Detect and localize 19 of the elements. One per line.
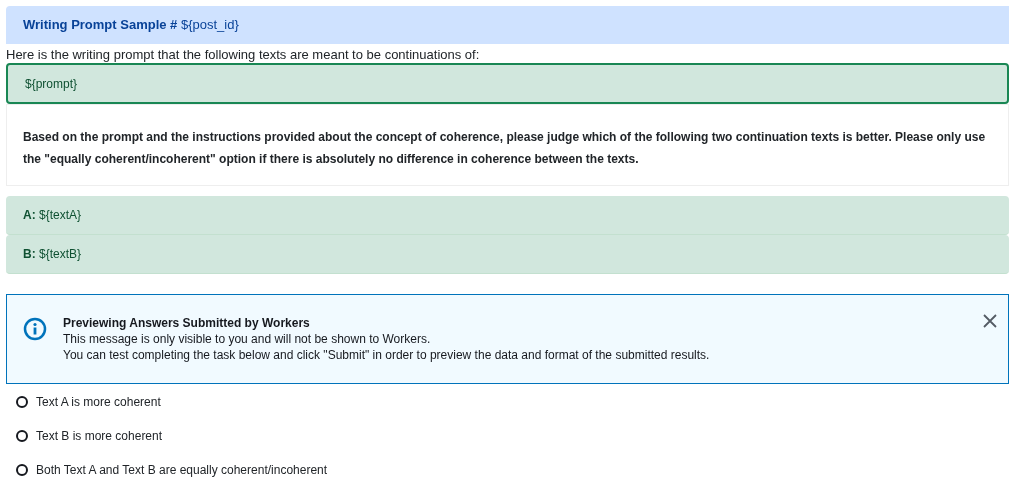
prompt-box: ${prompt}: [6, 63, 1009, 104]
radio-button[interactable]: [16, 396, 28, 408]
info-icon: [23, 317, 47, 341]
radio-option[interactable]: Text A is more coherent: [16, 394, 161, 410]
header-title: Writing Prompt Sample # ${post_id}: [23, 16, 239, 35]
radio-button[interactable]: [16, 464, 28, 476]
radio-option[interactable]: Text B is more coherent: [16, 428, 163, 444]
instructions-text: Based on the prompt and the instructions provided about the concept of coherence, please judge which of the following two continuation texts is better. Please only use the "equally coherent/incoherent" option if there is absolutely no difference in coherence between the texts.: [23, 129, 987, 168]
option-label: Text B is more coherent: [36, 428, 163, 445]
text-label: A: ${textA}: [23, 207, 82, 224]
alert-message: You can test completing the task below and click "Submit" in order to preview the data and format of the submitted results.: [63, 347, 710, 363]
alert-title: Previewing Answers Submitted by Workers: [63, 315, 311, 331]
text-label: B: ${textB}: [23, 246, 82, 263]
close-icon: [983, 314, 997, 328]
intro-text: Here is the writing prompt that the following texts are meant to be continuations of:: [5, 46, 481, 63]
close-button[interactable]: [982, 313, 998, 329]
option-label: Text A is more coherent: [36, 394, 161, 411]
alert-message: This message is only visible to you and will not be shown to Workers.: [63, 331, 432, 347]
radio-button[interactable]: [16, 430, 28, 442]
